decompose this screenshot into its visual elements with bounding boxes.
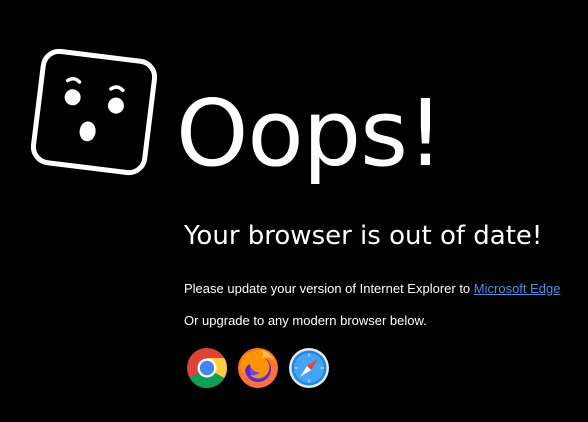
headline: Oops! — [176, 80, 444, 187]
update-message-text: Please update your version of Internet E… — [184, 281, 471, 296]
chrome-icon[interactable] — [186, 347, 228, 389]
microsoft-edge-link[interactable]: Microsoft Edge — [474, 281, 561, 296]
upgrade-message: Or upgrade to any modern browser below. — [184, 313, 427, 328]
surprised-face-icon — [26, 44, 162, 180]
update-message: Please update your version of Internet E… — [184, 280, 561, 298]
subheading: Your browser is out of date! — [184, 221, 543, 251]
firefox-icon[interactable] — [237, 347, 279, 389]
browser-list — [186, 347, 330, 389]
safari-icon[interactable] — [288, 347, 330, 389]
